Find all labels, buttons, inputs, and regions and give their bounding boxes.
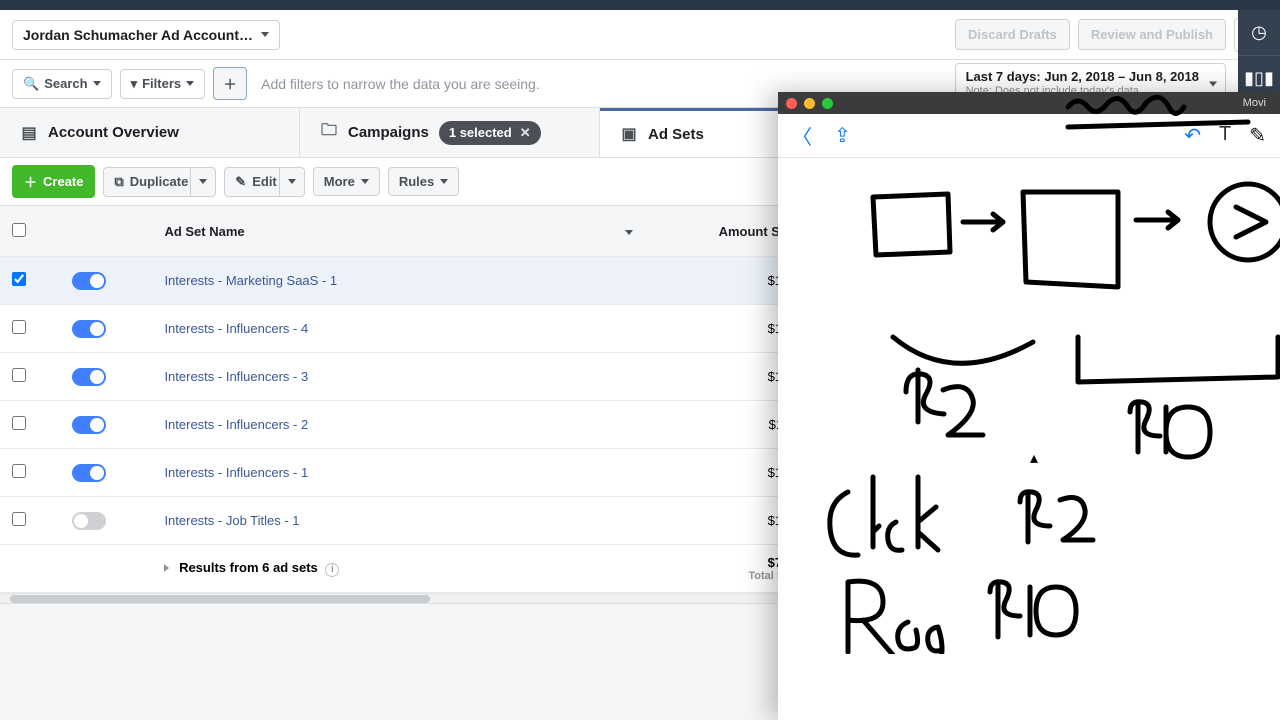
- chevron-down-icon: [440, 179, 448, 184]
- right-rail: ◷ ▮▯▮: [1238, 10, 1280, 100]
- overview-icon: ▤: [20, 124, 38, 142]
- more-label: More: [324, 174, 355, 189]
- filter-icon: ▾: [131, 76, 138, 92]
- row-checkbox[interactable]: [12, 272, 26, 286]
- close-icon[interactable]: ✕: [520, 125, 531, 141]
- chevron-down-icon: [1209, 81, 1217, 86]
- adset-link[interactable]: Interests - Influencers - 3: [164, 369, 308, 384]
- review-publish-button[interactable]: Review and Publish: [1078, 19, 1226, 50]
- status-toggle[interactable]: [72, 464, 106, 482]
- adset-link[interactable]: Interests - Influencers - 2: [164, 417, 308, 432]
- cursor-icon: ▴: [1030, 448, 1038, 468]
- add-filter-button[interactable]: ＋: [213, 67, 247, 100]
- tab-account-overview[interactable]: ▤ Account Overview: [0, 108, 300, 157]
- chevron-down-icon: [288, 179, 296, 184]
- select-all-checkbox[interactable]: [12, 223, 26, 237]
- status-toggle[interactable]: [72, 512, 106, 530]
- rules-label: Rules: [399, 174, 434, 189]
- duplicate-icon: ⧉: [114, 174, 123, 190]
- chevron-down-icon: [199, 179, 207, 184]
- duplicate-label: Duplicate: [130, 174, 189, 189]
- plus-icon: ＋: [224, 74, 237, 93]
- notes-canvas[interactable]: ▴: [778, 92, 1280, 720]
- search-icon: 🔍: [23, 76, 39, 92]
- expand-icon[interactable]: [164, 564, 169, 572]
- row-checkbox[interactable]: [12, 464, 26, 478]
- selected-count-pill[interactable]: 1 selected ✕: [439, 121, 541, 145]
- filters-label: Filters: [142, 76, 181, 91]
- row-checkbox[interactable]: [12, 368, 26, 382]
- rules-button[interactable]: Rules: [388, 167, 459, 196]
- discard-drafts-button[interactable]: Discard Drafts: [955, 19, 1070, 50]
- row-checkbox[interactable]: [12, 416, 26, 430]
- notes-window: Movi 〈 ⇪ ↶ T ✎: [778, 92, 1280, 720]
- create-label: Create: [43, 174, 83, 189]
- clock-icon[interactable]: ◷: [1238, 10, 1280, 55]
- adset-name-cell: Interests - Influencers - 4: [152, 305, 644, 353]
- duplicate-dropdown[interactable]: [190, 167, 216, 197]
- chevron-down-icon: [186, 81, 194, 86]
- sort-icon[interactable]: [625, 230, 633, 235]
- tab-label: Ad Sets: [648, 126, 704, 143]
- folder-icon: 🗀: [320, 124, 338, 142]
- adset-link[interactable]: Interests - Job Titles - 1: [164, 513, 299, 528]
- chevron-down-icon: [93, 81, 101, 86]
- row-checkbox[interactable]: [12, 320, 26, 334]
- adset-name-cell: Interests - Marketing SaaS - 1: [152, 257, 644, 305]
- account-selector[interactable]: Jordan Schumacher Ad Account…: [12, 20, 280, 50]
- search-button[interactable]: 🔍 Search: [12, 69, 112, 99]
- col-name[interactable]: Ad Set Name: [164, 224, 244, 239]
- status-toggle[interactable]: [72, 272, 106, 290]
- edit-label: Edit: [252, 174, 277, 189]
- edit-dropdown[interactable]: [279, 167, 305, 197]
- account-label: Jordan Schumacher Ad Account…: [23, 27, 253, 43]
- date-range-label: Last 7 days: Jun 2, 2018 – Jun 8, 2018: [966, 69, 1199, 85]
- adset-name-cell: Interests - Influencers - 2: [152, 401, 644, 449]
- results-label: Results from 6 ad sets: [179, 560, 318, 575]
- adset-link[interactable]: Interests - Influencers - 1: [164, 465, 308, 480]
- chevron-down-icon: [261, 32, 269, 37]
- adset-name-cell: Interests - Influencers - 1: [152, 449, 644, 497]
- pencil-icon: ✎: [235, 174, 246, 190]
- status-toggle[interactable]: [72, 368, 106, 386]
- adset-name-cell: Interests - Influencers - 3: [152, 353, 644, 401]
- tab-label: Campaigns: [348, 124, 429, 141]
- search-label: Search: [44, 76, 87, 91]
- adsets-icon: ▣: [620, 125, 638, 143]
- more-button[interactable]: More: [313, 167, 380, 196]
- status-toggle[interactable]: [72, 320, 106, 338]
- adset-name-cell: Interests - Job Titles - 1: [152, 497, 644, 545]
- plus-icon: ＋: [24, 172, 37, 191]
- results-summary: Results from 6 ad sets i: [152, 545, 644, 593]
- duplicate-button[interactable]: ⧉ Duplicate: [103, 167, 199, 197]
- row-checkbox[interactable]: [12, 512, 26, 526]
- info-icon[interactable]: i: [325, 563, 339, 577]
- adset-link[interactable]: Interests - Influencers - 4: [164, 321, 308, 336]
- header-bar: Jordan Schumacher Ad Account… Discard Dr…: [0, 10, 1280, 60]
- create-button[interactable]: ＋ Create: [12, 165, 95, 198]
- tab-label: Account Overview: [48, 124, 179, 141]
- adset-link[interactable]: Interests - Marketing SaaS - 1: [164, 273, 337, 288]
- pill-label: 1 selected: [449, 125, 512, 140]
- tab-campaigns[interactable]: 🗀 Campaigns 1 selected ✕: [300, 108, 600, 157]
- filter-hint: Add filters to narrow the data you are s…: [261, 76, 540, 92]
- filters-button[interactable]: ▾ Filters: [120, 69, 206, 99]
- chevron-down-icon: [361, 179, 369, 184]
- status-toggle[interactable]: [72, 416, 106, 434]
